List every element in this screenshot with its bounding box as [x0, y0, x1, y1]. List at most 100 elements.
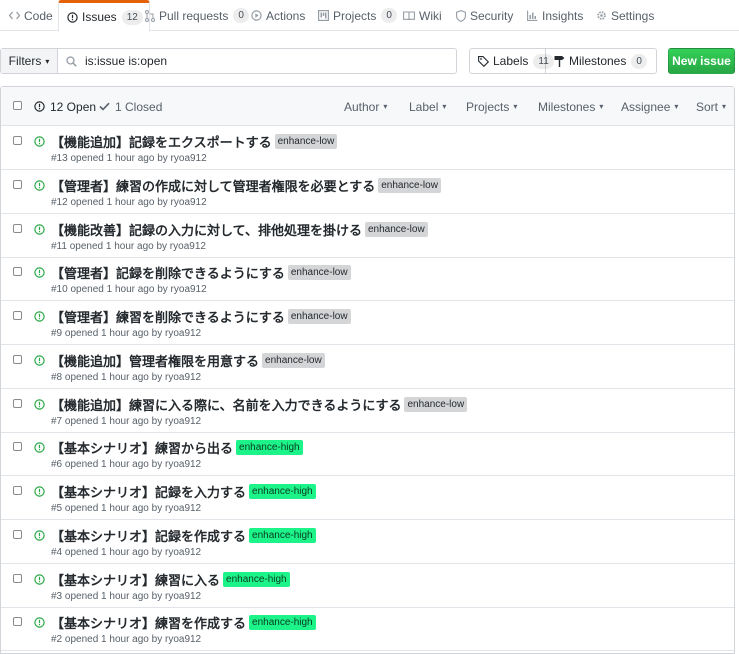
issue-label-badge[interactable]: enhance-high [223, 571, 290, 587]
issue-row[interactable]: 【管理者】記録を削除できるようにする enhance-low #10 opened … [1, 257, 734, 302]
issue-title-line: 【管理者】練習を削除できるようにする enhance-low [51, 307, 351, 326]
issue-checkbox[interactable] [13, 267, 22, 277]
issue-title-link[interactable]: 【基本シナリオ】練習から出る [51, 438, 233, 457]
issue-title-line: 【基本シナリオ】練習から出る enhance-high [51, 438, 303, 457]
issue-row[interactable]: 【機能追加】記録をエクスポートする enhance-low #13 opened 1… [1, 126, 734, 170]
issue-checkbox[interactable] [13, 398, 22, 408]
issue-row[interactable]: 【管理者】練習を削除できるようにする enhance-low #9 opened 1… [1, 301, 734, 345]
issue-title-link[interactable]: 【機能追加】管理者権限を用意する [51, 351, 259, 370]
tab-settings[interactable]: Settings [596, 0, 654, 31]
tab-code[interactable]: Code [9, 0, 53, 31]
issue-label-badge[interactable]: enhance-low [274, 134, 338, 149]
issue-checkbox[interactable] [13, 442, 22, 452]
issue-checkbox[interactable] [13, 486, 22, 495]
issue-label-badge[interactable]: enhance-high [236, 440, 303, 456]
issue-meta: #8 opened 1 hour ago by ryoa912 [51, 371, 202, 383]
caret-down-icon: ▾ [513, 102, 518, 111]
issue-checkbox[interactable] [13, 136, 22, 145]
issue-label-badge[interactable]: enhance-low [287, 309, 351, 324]
tab-projects[interactable]: Projects 0 [318, 0, 397, 31]
issue-title-link[interactable]: 【機能追加】記録をエクスポートする [51, 132, 272, 151]
tab-issues[interactable]: Issues 12 [58, 0, 150, 32]
issue-row[interactable]: 【基本シナリオ】記録を入力する enhance-high #5 opened 1 h… [1, 476, 734, 520]
issue-title-link[interactable]: 【基本シナリオ】記録を作成する [51, 526, 246, 545]
labels-milestones-group: Labels 11 Milestones 0 [469, 48, 657, 74]
issue-title-link[interactable]: 【管理者】練習を削除できるようにする [51, 307, 285, 326]
issue-title-link[interactable]: 【管理者】記録を削除できるようにする [51, 263, 285, 282]
issue-opened-icon [34, 355, 45, 366]
issue-checkbox[interactable] [13, 529, 22, 539]
issue-title-line: 【基本シナリオ】記録を作成する enhance-high [51, 526, 316, 545]
tab-pull-requests[interactable]: Pull requests 0 [145, 0, 249, 31]
projects-filter-dropdown[interactable]: Projects ▾ [466, 87, 517, 126]
issue-checkbox[interactable] [13, 573, 22, 583]
tab-insights[interactable]: Insights [527, 0, 583, 31]
issue-title-link[interactable]: 【基本シナリオ】練習に入る [51, 570, 220, 589]
project-icon [318, 10, 329, 21]
closed-issues-link[interactable]: 1 Closed [99, 87, 162, 126]
code-icon [9, 11, 20, 20]
issue-label-badge[interactable]: enhance-high [249, 527, 316, 543]
issue-row[interactable]: 【管理者】練習の作成に対して管理者権限を必要とする enhance-low #12 … [1, 170, 734, 214]
issue-checkbox[interactable] [13, 354, 22, 364]
filters-label: Filters [8, 54, 42, 68]
milestone-icon [554, 55, 565, 67]
issue-title-link[interactable]: 【基本シナリオ】記録を入力する [51, 482, 246, 501]
tab-settings-label: Settings [611, 8, 655, 23]
issue-opened-icon [34, 101, 45, 112]
labels-label: Labels [493, 54, 529, 68]
issue-checkbox[interactable] [13, 223, 22, 233]
sort-dropdown[interactable]: Sort ▾ [696, 87, 726, 126]
assignee-filter-dropdown[interactable]: Assignee ▾ [621, 87, 678, 126]
tab-security[interactable]: Security [456, 0, 513, 31]
tag-icon [478, 55, 489, 67]
labels-button[interactable]: Labels 11 [470, 49, 554, 73]
tab-wiki[interactable]: Wiki [403, 0, 442, 31]
book-icon [403, 10, 415, 21]
new-issue-button[interactable]: New issue [668, 48, 735, 74]
issue-title-link[interactable]: 【機能改善】記録の入力に対して、排他処理を掛ける [51, 220, 362, 239]
issue-row[interactable]: 【機能追加】管理者権限を用意する enhance-low #8 opened 1 h… [1, 345, 734, 389]
issue-title-link[interactable]: 【管理者】練習の作成に対して管理者権限を必要とする [51, 176, 375, 195]
issue-row[interactable]: 【基本シナリオ】練習に入る enhance-high #3 opened 1 hou… [1, 564, 734, 608]
author-filter-dropdown[interactable]: Author ▾ [344, 87, 387, 126]
sort-label: Sort [696, 99, 719, 114]
caret-down-icon: ▾ [674, 102, 679, 111]
milestones-filter-label: Milestones [538, 99, 596, 114]
issue-opened-icon [67, 11, 78, 23]
issue-meta: #2 opened 1 hour ago by ryoa912 [51, 634, 202, 646]
issue-label-badge[interactable]: enhance-low [404, 396, 468, 412]
select-all-checkbox[interactable] [13, 101, 22, 110]
open-issues-link[interactable]: 12 Open [34, 87, 96, 126]
issue-title-link[interactable]: 【基本シナリオ】練習を作成する [51, 613, 246, 632]
issue-title-link[interactable]: 【機能追加】練習に入る際に、名前を入力できるようにする [51, 395, 401, 414]
filters-dropdown-button[interactable]: Filters ▾ [1, 49, 58, 73]
issue-opened-icon [34, 398, 45, 410]
issue-checkbox[interactable] [13, 311, 22, 320]
issue-label-badge[interactable]: enhance-low [287, 265, 351, 281]
issue-row[interactable]: 【機能追加】練習に入る際に、名前を入力できるようにする enhance-low #7… [1, 389, 734, 433]
issue-label-badge[interactable]: enhance-low [364, 221, 428, 237]
issue-row[interactable]: 【基本シナリオ】記録を作成する enhance-high #4 opened 1 h… [1, 520, 734, 564]
caret-down-icon: ▾ [383, 102, 388, 111]
issue-label-badge[interactable]: enhance-low [262, 352, 325, 368]
issue-label-badge[interactable]: enhance-high [249, 484, 316, 499]
issue-checkbox[interactable] [13, 617, 22, 627]
issue-row[interactable]: 【基本シナリオ】練習を作成する enhance-high #2 opened 1 h… [1, 607, 734, 652]
tab-actions[interactable]: Actions [251, 0, 305, 31]
issue-opened-icon [34, 617, 45, 628]
tab-pull-requests-label: Pull requests [159, 8, 229, 23]
milestones-button[interactable]: Milestones 0 [546, 49, 655, 73]
milestones-label: Milestones [569, 54, 627, 68]
issue-label-badge[interactable]: enhance-low [378, 177, 441, 193]
search-input[interactable] [85, 54, 385, 68]
tab-code-label: Code [24, 8, 53, 23]
issue-row[interactable]: 【機能改善】記録の入力に対して、排他処理を掛ける enhance-low #11 o… [1, 214, 734, 258]
check-icon [99, 102, 110, 111]
label-filter-dropdown[interactable]: Label ▾ [409, 87, 446, 126]
issue-row[interactable]: 【基本シナリオ】練習から出る enhance-high #6 opened 1 ho… [1, 432, 734, 477]
issue-checkbox[interactable] [13, 179, 22, 189]
projects-count-badge: 0 [381, 8, 397, 23]
milestones-filter-dropdown[interactable]: Milestones ▾ [538, 87, 603, 126]
issue-label-badge[interactable]: enhance-high [249, 615, 316, 631]
